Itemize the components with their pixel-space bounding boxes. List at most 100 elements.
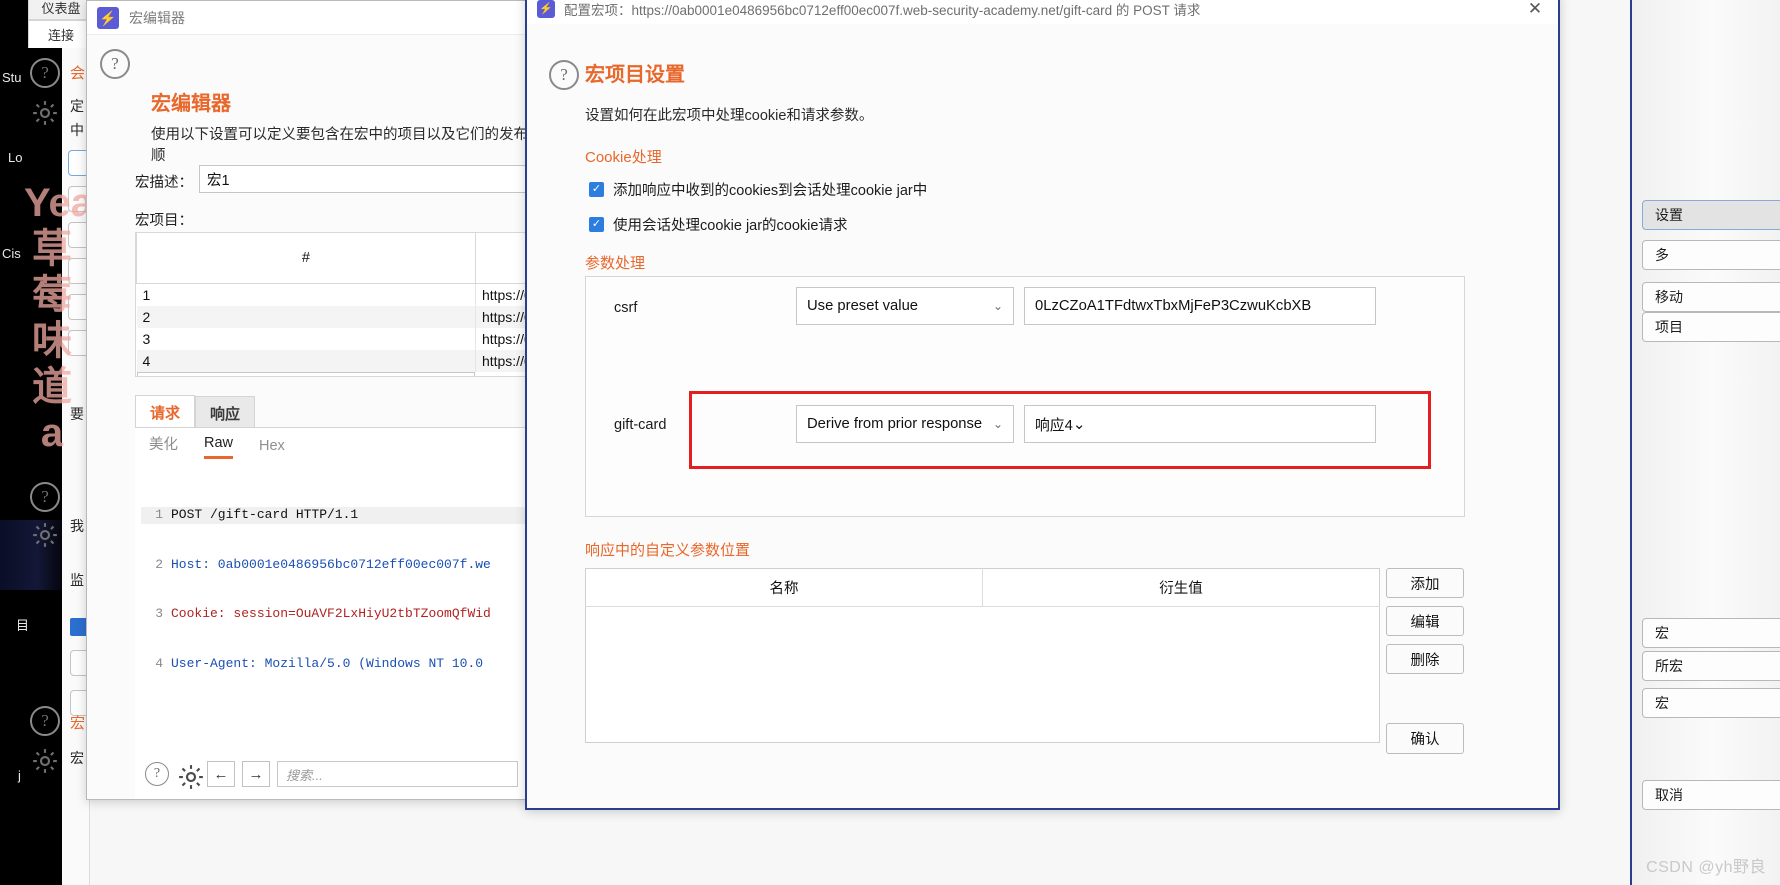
code-line: 2 Host: 0ab0001e0486956bc0712eff00ec007f.… [141, 557, 528, 574]
arrow-left-icon[interactable]: ← [207, 761, 235, 787]
line-text: User-Agent: Mozilla/5.0 (Windows NT 10.0 [171, 655, 484, 671]
right-panel-button-1[interactable]: 多 [1642, 240, 1780, 270]
subtab-hex-label: Hex [259, 438, 285, 454]
request-response-tabs: 请求 响应 [135, 395, 256, 429]
table-row[interactable]: 4 https://0ab0001e0486956bc07... GET / [136, 350, 534, 372]
line-text: Host: 0ab0001e0486956bc0712eff00ec007f.w… [171, 556, 491, 572]
bg-heading-fragment-2: 宏 [70, 715, 86, 732]
right-panel-button-cancel[interactable]: 取消 [1642, 780, 1780, 810]
macro-editor-window: ⚡ 宏编辑器 ? 宏编辑器 使用以下设置可以定义要包含在宏中的项目以及它们的发布… [86, 0, 549, 800]
delete-button[interactable]: 删除 [1386, 644, 1464, 674]
table-row[interactable]: 3 https://0ab0001e0486956bc07... POST / [136, 328, 534, 350]
right-panel-button-0[interactable]: 设置 [1642, 200, 1780, 230]
checkbox-use-cookie-jar-row[interactable]: ✓ 使用会话处理cookie jar的cookie请求 [589, 214, 847, 235]
dark-item-4: j [18, 768, 21, 783]
line-text: Cookie: session=OuAVF2LxHiyU2tbTZoomQfWi… [171, 606, 491, 621]
bg-text-fragment-1: 定 [70, 98, 84, 114]
table-row[interactable]: 1 https://0ab0001e0486956bc07... POST / [136, 283, 534, 306]
checkbox-add-cookies-label: 添加响应中收到的cookies到会话处理cookie jar中 [613, 183, 928, 199]
macro-items-table-wrap: # Host 请求方法 URL 1 https://0ab0001e048695… [135, 232, 535, 377]
chevron-down-icon: ⌄ [1072, 416, 1086, 433]
dark-item-3: 目 [16, 618, 30, 633]
tab-request[interactable]: 请求 [135, 395, 196, 429]
right-panel-button-2[interactable]: 移动 [1642, 282, 1780, 312]
view-mode-subtabs: 美化 Raw Hex [135, 428, 528, 459]
tab-dashboard[interactable]: 仪表盘 [28, 0, 94, 20]
add-button[interactable]: 添加 [1386, 568, 1464, 598]
checkbox-add-cookies[interactable]: ✓ [589, 182, 604, 197]
custom-params-empty-row [586, 607, 1380, 743]
dialog-titlebar: ⚡ 配置宏项：https://0ab0001e0486956bc0712eff0… [527, 0, 1558, 24]
table-row[interactable]: 2 https://0ab0001e0486956bc07... POST / [136, 306, 534, 328]
code-line: 4 User-Agent: Mozilla/5.0 (Windows NT 10.… [141, 656, 528, 673]
burp-lightning-icon: ⚡ [537, 0, 555, 18]
gear-icon-bg-1[interactable] [30, 98, 60, 128]
subtab-pretty[interactable]: 美化 [149, 433, 178, 459]
param-mode-select-gift-card[interactable]: Derive from prior response ⌄ [796, 405, 1014, 443]
dark-item-2: Cis [2, 246, 21, 261]
tab-connection[interactable]: 连接 [28, 20, 94, 48]
dialog-description: 设置如何在此宏项中处理cookie和请求参数。 [585, 108, 874, 124]
tab-response[interactable]: 响应 [195, 396, 256, 429]
custom-params-body[interactable] [586, 607, 1380, 743]
macro-editor-heading: 宏编辑器 [151, 93, 231, 115]
right-side-panel: 设置 多 移动 项目 宏 所宏 宏 取消 [1630, 0, 1780, 885]
param-value-input-csrf[interactable]: 0LzCZoA1TFdtwxTbxMjFeP3CzwuKcbXB [1024, 287, 1376, 325]
custom-params-table: 名称 衍生值 [585, 568, 1380, 743]
right-panel-button-4[interactable]: 宏 [1642, 618, 1780, 648]
right-panel-button-6-label: 宏 [1655, 695, 1669, 711]
custom-col-derived: 衍生值 [982, 568, 1380, 607]
gear-icon-bg-2[interactable] [30, 520, 60, 550]
macro-description-value: 宏1 [207, 172, 230, 189]
question-mark-icon[interactable]: ? [549, 60, 579, 90]
chevron-down-icon: ⌄ [992, 299, 1003, 313]
macro-item-settings-dialog: ⚡ 配置宏项：https://0ab0001e0486956bc0712eff0… [525, 0, 1560, 810]
dialog-title: 配置宏项：https://0ab0001e0486956bc0712eff00e… [564, 3, 1201, 18]
search-placeholder: 搜索... [286, 767, 323, 783]
tab-response-label: 响应 [210, 406, 241, 423]
macro-items-label: 宏项目： [135, 213, 193, 229]
right-panel-button-5[interactable]: 所宏 [1642, 651, 1780, 681]
macro-description-input[interactable]: 宏1 [199, 165, 549, 193]
raw-request-code[interactable]: 1 POST /gift-card HTTP/1.1 2 Host: 0ab0001… [141, 474, 528, 694]
gear-icon-bg-3[interactable] [30, 746, 60, 776]
cell-index: 1 [136, 283, 476, 306]
right-panel-button-4-label: 宏 [1655, 625, 1669, 641]
search-input[interactable]: 搜索... [277, 761, 518, 787]
checkbox-add-cookies-row[interactable]: ✓ 添加响应中收到的cookies到会话处理cookie jar中 [589, 179, 927, 200]
bg-text-fragment-5: 监 [70, 572, 84, 588]
question-mark-icon[interactable]: ? [100, 49, 130, 79]
help-icon-bg-2[interactable]: ? [30, 482, 60, 512]
param-source-select-gift-card[interactable]: 响应4 ⌄ [1024, 405, 1376, 443]
right-panel-button-5-label: 所宏 [1655, 658, 1683, 674]
help-icon-bg-1[interactable]: ? [30, 58, 60, 88]
gear-icon[interactable] [176, 762, 203, 789]
cell-index: 2 [136, 306, 476, 328]
macro-editor-titlebar: ⚡ 宏编辑器 [87, 1, 528, 35]
param-mode-value-gift-card: Derive from prior response [807, 416, 983, 432]
watermark-bottom-right: CSDN @yh野良 [1646, 859, 1766, 876]
burp-lightning-icon: ⚡ [97, 6, 119, 29]
right-panel-button-6[interactable]: 宏 [1642, 688, 1780, 718]
close-icon[interactable]: ✕ [1522, 0, 1548, 22]
subtab-hex[interactable]: Hex [259, 438, 285, 459]
confirm-button[interactable]: 确认 [1386, 723, 1464, 754]
right-panel-button-3[interactable]: 项目 [1642, 312, 1780, 342]
table-row-selected[interactable]: 5 https://0ab0001e0486956bc07... POST / [136, 372, 476, 376]
edit-button-label: 编辑 [1410, 614, 1440, 631]
macro-items-header-row: # Host 请求方法 URL [136, 233, 534, 284]
line-number: 2 [155, 556, 163, 572]
checkbox-use-cookie-jar[interactable]: ✓ [589, 217, 604, 232]
param-source-value-gift-card: 响应4 [1035, 417, 1073, 434]
question-mark-icon[interactable]: ? [145, 762, 169, 786]
param-value-csrf: 0LzCZoA1TFdtwxTbxMjFeP3CzwuKcbXB [1035, 298, 1312, 314]
param-mode-select-csrf[interactable]: Use preset value ⌄ [796, 287, 1014, 325]
help-icon-bg-3[interactable]: ? [30, 706, 60, 736]
line-number: 4 [155, 655, 163, 671]
tab-request-label: 请求 [150, 405, 181, 422]
checkbox-use-cookie-jar-label: 使用会话处理cookie jar的cookie请求 [613, 218, 848, 234]
edit-button[interactable]: 编辑 [1386, 606, 1464, 636]
subtab-raw[interactable]: Raw [204, 435, 234, 459]
subtab-raw-label: Raw [204, 435, 234, 451]
arrow-right-icon[interactable]: → [242, 761, 270, 787]
